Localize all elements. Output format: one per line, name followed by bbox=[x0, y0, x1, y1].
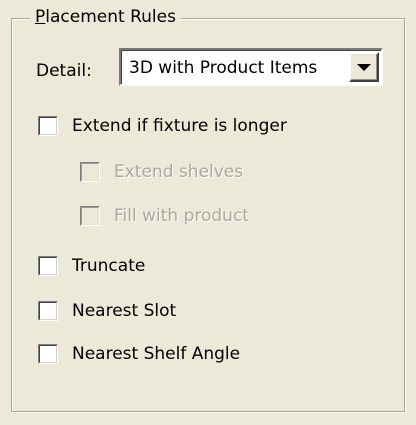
extend-shelves-label: Extend shelves bbox=[114, 162, 244, 182]
detail-dropdown-button[interactable] bbox=[349, 52, 379, 82]
placement-rules-panel: Placement Rules Detail: 3D with Product … bbox=[0, 0, 416, 425]
extend-shelves-checkbox bbox=[80, 162, 100, 182]
truncate-label[interactable]: Truncate bbox=[72, 254, 145, 278]
fill-with-product-checkbox bbox=[80, 206, 100, 226]
extend-if-longer-checkbox[interactable] bbox=[38, 116, 58, 136]
detail-dropdown-value: 3D with Product Items bbox=[129, 58, 318, 78]
groupbox-title-text: lacement Rules bbox=[45, 7, 176, 27]
nearest-slot-label[interactable]: Nearest Slot bbox=[72, 299, 176, 323]
nearest-slot-checkbox[interactable] bbox=[38, 301, 58, 321]
extend-if-longer-label[interactable]: Extend if fixture is longer bbox=[72, 114, 287, 138]
detail-label: Detail: bbox=[36, 61, 92, 81]
nearest-shelf-angle-label[interactable]: Nearest Shelf Angle bbox=[72, 342, 240, 366]
groupbox-title: Placement Rules bbox=[30, 6, 181, 28]
fill-with-product-label: Fill with product bbox=[114, 206, 249, 226]
nearest-shelf-angle-checkbox[interactable] bbox=[38, 344, 58, 364]
truncate-checkbox[interactable] bbox=[38, 256, 58, 276]
groupbox-title-mnemonic: P bbox=[35, 7, 46, 27]
detail-dropdown[interactable]: 3D with Product Items bbox=[119, 48, 383, 86]
chevron-down-icon bbox=[357, 64, 371, 71]
